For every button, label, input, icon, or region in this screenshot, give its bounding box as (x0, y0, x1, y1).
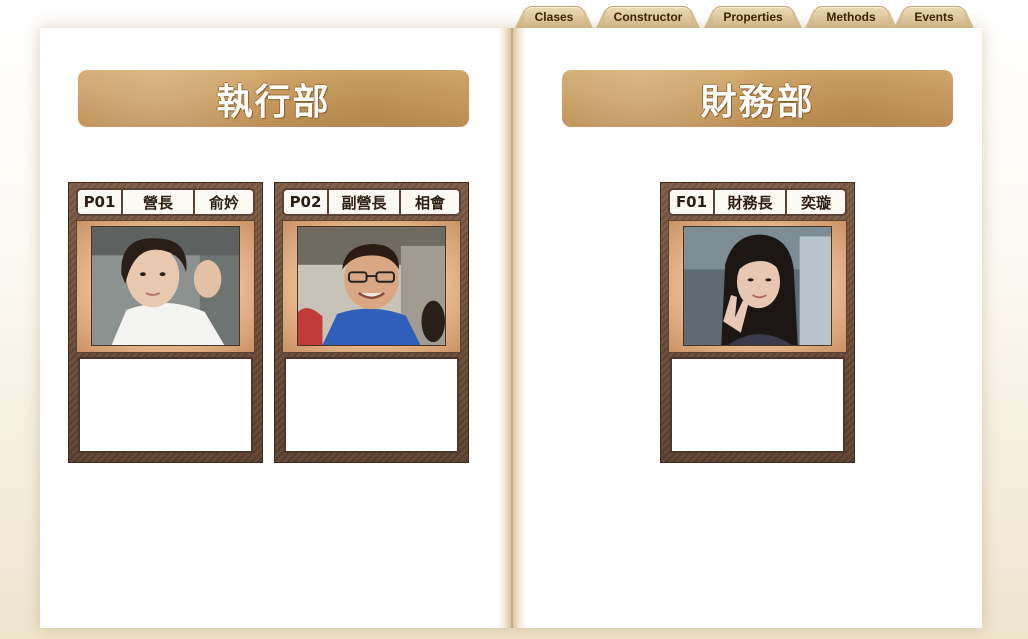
photo-frame (282, 220, 461, 353)
book: 執行部 P01 營長 俞妗 P02 副營長 相會 財務部 F01 財務長 奕璇 (40, 28, 982, 628)
member-id: P01 (78, 190, 123, 214)
department-title: 執行部 (216, 80, 331, 123)
photo-frame (668, 220, 847, 353)
member-card-f01[interactable]: F01 財務長 奕璇 (660, 182, 855, 463)
member-card-p02[interactable]: P02 副營長 相會 (274, 182, 469, 463)
member-id: F01 (670, 190, 715, 214)
department-banner: 執行部 (78, 70, 469, 127)
member-info-box (670, 357, 845, 453)
tab-properties[interactable]: Properties (704, 6, 802, 28)
name-strip: P01 營長 俞妗 (76, 188, 255, 216)
member-role: 副營長 (329, 190, 401, 214)
tab-constructor[interactable]: Constructor (596, 6, 700, 28)
tab-methods[interactable]: Methods (805, 6, 897, 28)
book-spine (498, 28, 526, 628)
department-title: 財務部 (700, 80, 815, 123)
member-role: 財務長 (715, 190, 787, 214)
tab-events[interactable]: Events (894, 6, 974, 28)
member-id: P02 (284, 190, 329, 214)
member-photo (683, 226, 832, 346)
member-name: 奕璇 (800, 193, 831, 212)
member-photo (91, 226, 240, 346)
member-info-box (284, 357, 459, 453)
member-card-p01[interactable]: P01 營長 俞妗 (68, 182, 263, 463)
photo-frame (76, 220, 255, 353)
member-photo (297, 226, 446, 346)
right-page: 財務部 F01 財務長 奕璇 (512, 28, 982, 628)
name-strip: P02 副營長 相會 (282, 188, 461, 216)
left-page: 執行部 P01 營長 俞妗 P02 副營長 相會 (40, 28, 508, 628)
member-name: 俞妗 (208, 193, 239, 212)
member-name: 相會 (414, 193, 445, 212)
tab-clases[interactable]: Clases (515, 6, 593, 28)
member-info-box (78, 357, 253, 453)
name-strip: F01 財務長 奕璇 (668, 188, 847, 216)
department-banner: 財務部 (562, 70, 953, 127)
member-role: 營長 (123, 190, 195, 214)
